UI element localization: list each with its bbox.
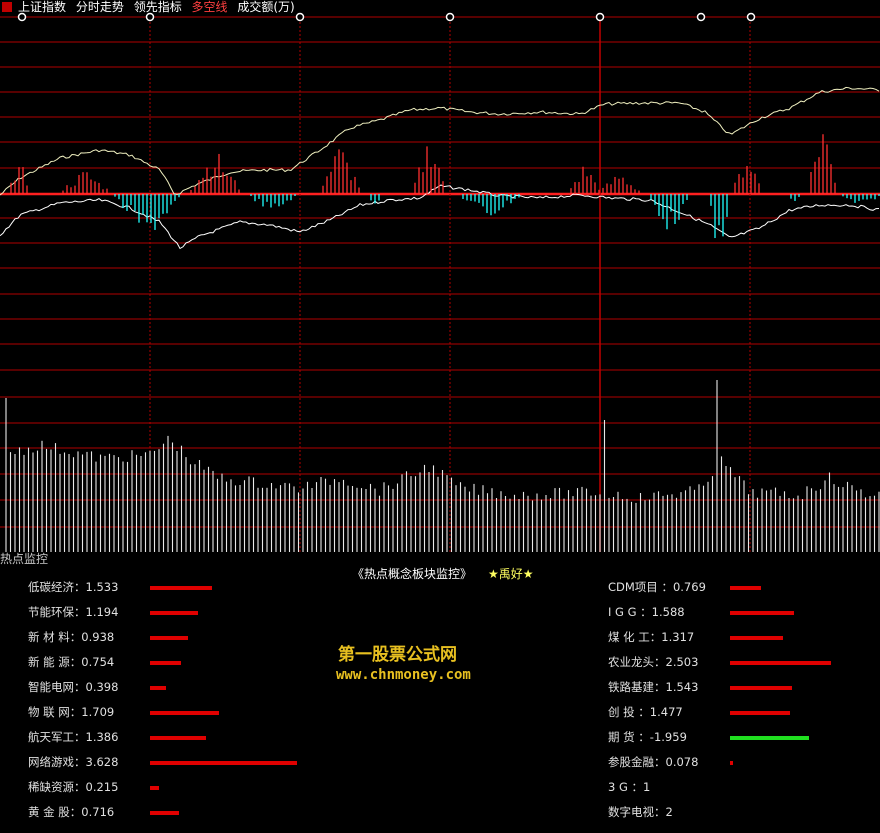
event-marker-icon (595, 12, 605, 22)
watermark-url: www.chnmoney.com (336, 667, 471, 683)
app-icon[interactable] (2, 2, 12, 12)
left-sector-row: 节能环保：1.194 (28, 603, 118, 621)
right-sector-row: 铁路基建：1.543 (608, 678, 698, 696)
right-sector-row: CDM项目 ：0.769 (608, 578, 706, 596)
left-sector-row: 新 能 源：0.754 (28, 653, 114, 671)
sector-label: CDM项目 ：0.769 (608, 580, 706, 594)
sector-strength-bar (730, 736, 810, 740)
right-sector-row: 参股金融：0.078 (608, 753, 698, 771)
left-sector-row: 低碳经济：1.533 (28, 578, 118, 596)
sector-strength-bar (150, 736, 207, 740)
sector-label: 物 联 网：1.709 (28, 705, 115, 719)
panel-title: 热点监控 (0, 552, 49, 566)
right-sector-row: 农业龙头：2.503 (608, 653, 698, 671)
tab-turnover[interactable]: 成交额(万) (237, 0, 294, 14)
left-sector-row: 航天军工：1.386 (28, 728, 118, 746)
sector-strength-bar (150, 636, 188, 640)
sector-strength-bar (730, 611, 795, 615)
event-marker-icon (295, 12, 305, 22)
sector-label: 创 投 ：1.477 (608, 705, 683, 719)
sector-label: 节能环保：1.194 (28, 605, 119, 619)
sector-label: 煤 化 工：1.317 (608, 630, 695, 644)
sector-label: I G G ：1.588 (608, 605, 685, 619)
sector-strength-bar (730, 686, 793, 690)
sector-label: 稀缺资源：0.215 (28, 780, 119, 794)
sector-label: 参股金融：0.078 (608, 755, 699, 769)
sector-strength-bar (150, 761, 297, 765)
left-sector-row: 网络游戏：3.628 (28, 753, 118, 771)
sector-label: 铁路基建：1.543 (608, 680, 699, 694)
sector-label: 航天军工：1.386 (28, 730, 119, 744)
left-sector-row: 黄 金 股：0.716 (28, 803, 114, 821)
right-sector-row: 煤 化 工：1.317 (608, 628, 694, 646)
event-marker-icon (145, 12, 155, 22)
left-sector-row: 物 联 网：1.709 (28, 703, 114, 721)
sector-label: 智能电网：0.398 (28, 680, 119, 694)
sector-label: 农业龙头：2.503 (608, 655, 699, 669)
watermark-name: 第一股票公式网 (338, 645, 457, 665)
event-marker-icon (746, 12, 756, 22)
sector-strength-bar (150, 686, 167, 690)
sector-strength-bar (150, 611, 199, 615)
sector-strength-bar (730, 586, 762, 590)
sector-strength-bar (730, 761, 734, 765)
event-marker-icon (445, 12, 455, 22)
sector-label: 新 材 料：0.938 (28, 630, 115, 644)
tab-bull-bear-line[interactable]: 多空线 (192, 0, 228, 14)
sector-strength-bar (730, 711, 790, 715)
right-sector-row: 期 货 ：-1.959 (608, 728, 687, 746)
sector-strength-bar (150, 811, 179, 815)
sector-strength-bar (730, 636, 784, 640)
left-sector-row: 稀缺资源：0.215 (28, 778, 118, 796)
sector-label: 网络游戏：3.628 (28, 755, 119, 769)
right-sector-row: 创 投 ：1.477 (608, 703, 683, 721)
intraday-chart (0, 12, 880, 552)
sector-strength-bar (150, 711, 220, 715)
index-name[interactable]: 上证指数 (18, 0, 66, 14)
sector-label: 数字电视：2 (608, 805, 673, 819)
right-sector-row: I G G ：1.588 (608, 603, 685, 621)
sector-strength-bar (150, 661, 181, 665)
panel-author: ★禹好★ (488, 567, 534, 581)
sector-strength-bar (150, 586, 213, 590)
sector-label: 期 货 ：-1.959 (608, 730, 687, 744)
sector-label: 低碳经济：1.533 (28, 580, 119, 594)
tab-time-trend[interactable]: 分时走势 (76, 0, 124, 14)
event-marker-icon (696, 12, 706, 22)
left-sector-row: 智能电网：0.398 (28, 678, 118, 696)
panel-header: 《热点概念板块监控》 (352, 567, 473, 581)
sector-label: 黄 金 股：0.716 (28, 805, 115, 819)
right-sector-row: 数字电视：2 (608, 803, 673, 821)
sector-label: 新 能 源：0.754 (28, 655, 115, 669)
right-sector-row: 3 G ：1 (608, 778, 650, 796)
chart-toolbar: 上证指数 分时走势 领先指标 多空线 成交额(万) (0, 0, 880, 14)
sector-strength-bar (730, 661, 832, 665)
sector-label: 3 G ：1 (608, 780, 651, 794)
left-sector-row: 新 材 料：0.938 (28, 628, 114, 646)
event-marker-icon (17, 12, 27, 22)
sector-strength-bar (150, 786, 159, 790)
tab-leading-indicator[interactable]: 领先指标 (134, 0, 182, 14)
